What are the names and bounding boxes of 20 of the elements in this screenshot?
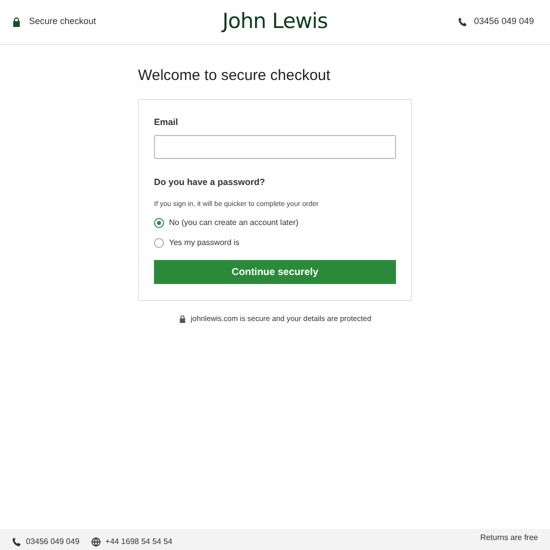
phone-number: 03456 049 049 [474,15,534,28]
phone-icon [12,537,22,547]
international-phone: +44 1698 54 54 54 [105,536,172,548]
radio-button[interactable] [154,218,164,228]
footer-phone: 03456 049 049 [26,536,80,548]
globe-icon [91,537,102,547]
continue-button[interactable]: Continue securely [154,260,396,284]
logo[interactable]: John Lewis [222,6,328,38]
email-field[interactable] [154,135,396,159]
page-title: Welcome to secure checkout [138,66,332,86]
returns-note: Returns are free [480,532,538,544]
radio-label: Yes my password is [169,237,240,249]
radio-label: No (you can create an account later) [169,217,298,229]
email-label: Email [154,116,180,128]
phone-icon [458,17,468,27]
radio-button[interactable] [154,238,164,248]
secure-checkout-label: Secure checkout [29,15,96,28]
lock-icon [178,314,186,323]
password-question: Do you have a password? [154,176,266,189]
lock-icon [12,17,21,27]
